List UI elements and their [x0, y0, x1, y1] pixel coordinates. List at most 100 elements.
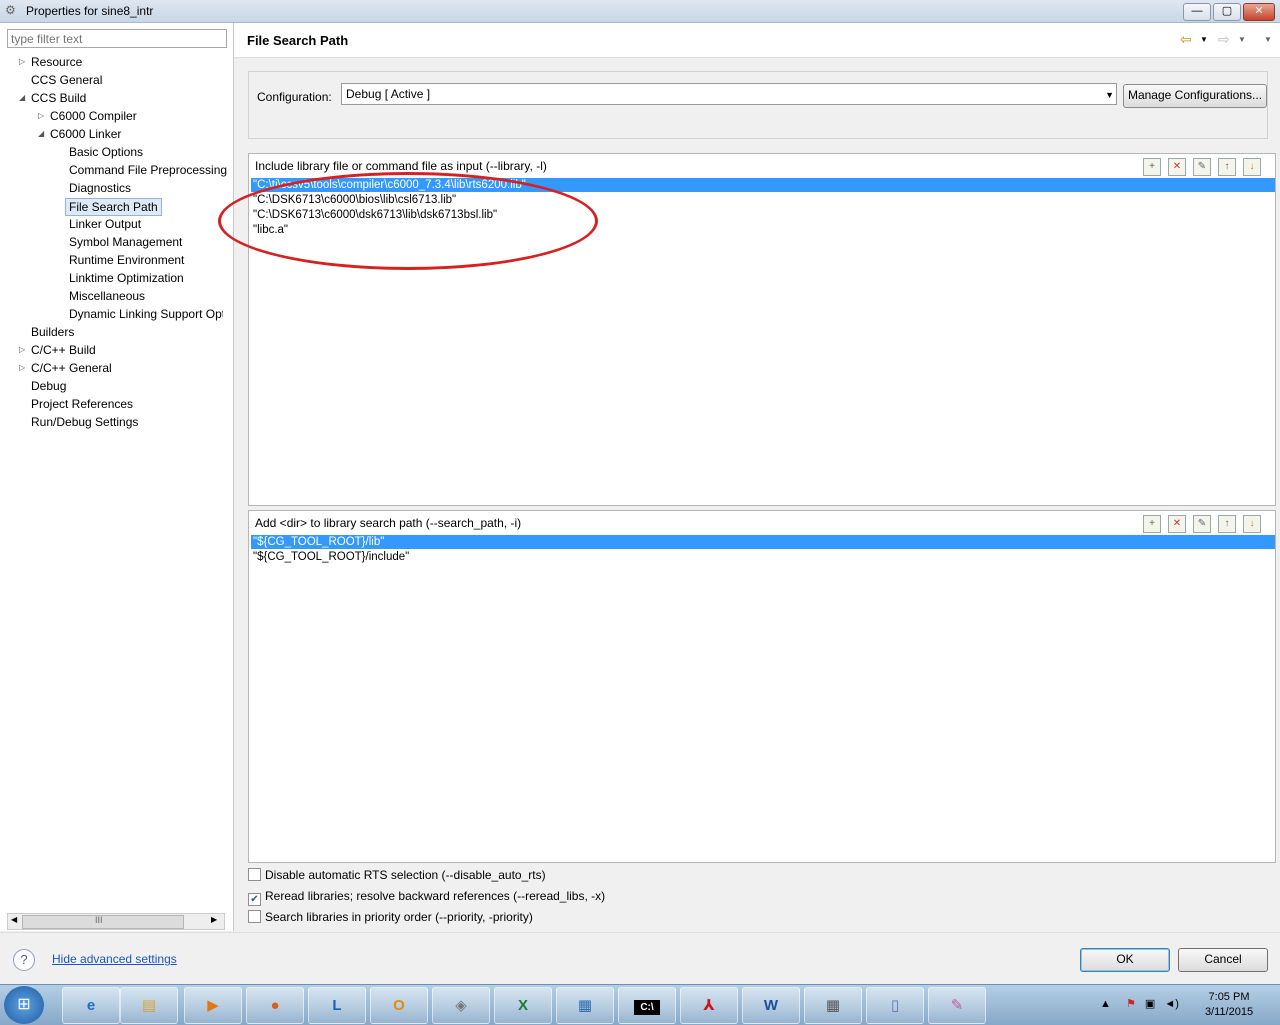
virtualbox-icon[interactable]: ◈	[432, 987, 490, 1024]
control-panel-icon[interactable]: ▦	[556, 987, 614, 1024]
file-explorer-icon[interactable]: ▤	[120, 987, 178, 1024]
expand-arrow-icon[interactable]: ▷	[19, 341, 25, 359]
search-path-list-panel: Add <dir> to library search path (--sear…	[248, 510, 1276, 863]
window-title: Properties for sine8_intr	[26, 4, 154, 18]
delete-icon[interactable]: ✕	[1168, 515, 1186, 533]
reread-libs-option[interactable]: ✔ Reread libraries; resolve backward refe…	[248, 887, 605, 906]
tree-item-dynamic-linking-support[interactable]: Dynamic Linking Support Opt	[69, 305, 223, 323]
edit-icon[interactable]: ✎	[1193, 158, 1211, 176]
edit-icon[interactable]: ✎	[1193, 515, 1211, 533]
checkbox[interactable]	[248, 910, 261, 923]
ok-button[interactable]: OK	[1080, 948, 1170, 972]
tree-item-symbol-management[interactable]: Symbol Management	[69, 233, 182, 251]
hide-advanced-settings-link[interactable]: Hide advanced settings	[52, 952, 177, 966]
firefox-icon[interactable]: ●	[246, 987, 304, 1024]
tree-item-linktime-optimization[interactable]: Linktime Optimization	[69, 269, 184, 287]
system-tray: ▲ ⚑ ▣ ◄)	[1100, 997, 1179, 1010]
list-item[interactable]: "${CG_TOOL_ROOT}/lib"	[251, 535, 1275, 549]
tree-item-debug[interactable]: Debug	[31, 377, 66, 395]
forward-dropdown-icon[interactable]: ▼	[1238, 35, 1246, 44]
clock-time: 7:05 PM	[1208, 991, 1250, 1003]
tree-item-cpp-general[interactable]: ▷ C/C++ General	[19, 359, 112, 377]
action-center-flag-icon[interactable]: ⚑	[1126, 998, 1136, 1010]
expand-arrow-icon[interactable]: ▷	[19, 359, 25, 377]
tree-item-miscellaneous[interactable]: Miscellaneous	[69, 287, 145, 305]
collapse-arrow-icon[interactable]: ◢	[38, 125, 44, 143]
close-button[interactable]: ✕	[1243, 3, 1275, 21]
network-icon[interactable]: ▣	[1145, 998, 1155, 1010]
collapse-arrow-icon[interactable]: ◢	[19, 89, 25, 107]
tree-item-command-file-preprocessing[interactable]: Command File Preprocessing	[69, 161, 227, 179]
tree-item-run-debug-settings[interactable]: Run/Debug Settings	[31, 413, 138, 431]
notepad-icon[interactable]: ▯	[866, 987, 924, 1024]
back-arrow-icon[interactable]: ⇦	[1180, 31, 1192, 48]
tree-item-diagnostics[interactable]: Diagnostics	[69, 179, 131, 197]
show-hidden-icons-icon[interactable]: ▲	[1100, 998, 1111, 1010]
horizontal-scrollbar[interactable]: ◀ III ▶	[7, 913, 225, 930]
page-header: File Search Path ⇦ ▼ ⇨ ▼ ▼	[234, 23, 1280, 58]
taskbar: ⊞ e ▤ ▶ ● L O ◈ X ▦ C:\ ⅄ W ▦ ▯ ✎ ▲ ⚑ ▣ …	[0, 984, 1280, 1025]
disable-auto-rts-option[interactable]: Disable automatic RTS selection (--disab…	[248, 866, 546, 884]
help-icon[interactable]: ?	[13, 949, 35, 971]
add-icon[interactable]: +	[1143, 158, 1161, 176]
list-item[interactable]: "${CG_TOOL_ROOT}/include"	[251, 550, 1275, 564]
expand-arrow-icon[interactable]: ▷	[38, 107, 44, 125]
filter-input[interactable]	[7, 29, 227, 48]
tree-item-basic-options[interactable]: Basic Options	[69, 143, 143, 161]
tree-item-file-search-path[interactable]: File Search Path	[65, 198, 162, 216]
library-list-header: Include library file or command file as …	[255, 159, 547, 173]
chevron-down-icon: ▼	[1105, 90, 1114, 100]
adobe-reader-icon[interactable]: ⅄	[680, 987, 738, 1024]
move-down-icon[interactable]: ↓	[1243, 158, 1261, 176]
volume-icon[interactable]: ◄)	[1164, 998, 1179, 1010]
tree-item-project-references[interactable]: Project References	[31, 395, 133, 413]
annotation-circle	[218, 172, 598, 270]
cancel-button[interactable]: Cancel	[1178, 948, 1268, 972]
scroll-left-icon[interactable]: ◀	[11, 915, 17, 924]
scroll-right-icon[interactable]: ▶	[211, 915, 217, 924]
move-down-icon[interactable]: ↓	[1243, 515, 1261, 533]
tree-item-c6000-compiler[interactable]: ▷ C6000 Compiler	[38, 107, 137, 125]
priority-option[interactable]: Search libraries in priority order (--pr…	[248, 908, 533, 926]
paint-icon[interactable]: ✎	[928, 987, 986, 1024]
tree-item-resource[interactable]: ▷ Resource	[19, 53, 82, 71]
internet-explorer-icon[interactable]: e	[62, 987, 120, 1024]
tree-item-c6000-linker[interactable]: ◢ C6000 Linker	[38, 125, 121, 143]
tree-item-builders[interactable]: Builders	[31, 323, 74, 341]
move-up-icon[interactable]: ↑	[1218, 515, 1236, 533]
tree-item-ccs-general[interactable]: CCS General	[31, 71, 102, 89]
excel-icon[interactable]: X	[494, 987, 552, 1024]
configuration-select[interactable]: Debug [ Active ] ▼	[341, 83, 1117, 105]
configuration-label: Configuration:	[257, 90, 332, 104]
checkbox-checked[interactable]: ✔	[248, 893, 261, 906]
properties-page: File Search Path ⇦ ▼ ⇨ ▼ ▼ Configuration…	[234, 23, 1280, 931]
word-icon[interactable]: W	[742, 987, 800, 1024]
add-icon[interactable]: +	[1143, 515, 1161, 533]
media-player-icon[interactable]: ▶	[184, 987, 242, 1024]
view-menu-icon[interactable]: ▼	[1264, 35, 1272, 44]
delete-icon[interactable]: ✕	[1168, 158, 1186, 176]
forward-arrow-icon[interactable]: ⇨	[1218, 31, 1230, 48]
tree-item-runtime-environment[interactable]: Runtime Environment	[69, 251, 184, 269]
search-path-list-header: Add <dir> to library search path (--sear…	[255, 516, 522, 530]
back-dropdown-icon[interactable]: ▼	[1200, 35, 1208, 44]
command-prompt-icon[interactable]: C:\	[618, 987, 676, 1024]
scrollbar-thumb[interactable]: III	[22, 915, 184, 929]
move-up-icon[interactable]: ↑	[1218, 158, 1236, 176]
tree-item-ccs-build[interactable]: ◢ CCS Build	[19, 89, 86, 107]
page-title: File Search Path	[247, 33, 349, 48]
start-button[interactable]: ⊞	[4, 986, 44, 1024]
expand-arrow-icon[interactable]: ▷	[19, 53, 25, 71]
calculator-icon[interactable]: ▦	[804, 987, 862, 1024]
manage-configurations-button[interactable]: Manage Configurations...	[1123, 84, 1267, 108]
maximize-button[interactable]: ▢	[1213, 3, 1241, 21]
minimize-button[interactable]: —	[1183, 3, 1211, 21]
tree-item-linker-output[interactable]: Linker Output	[69, 215, 141, 233]
outlook-icon[interactable]: O	[370, 987, 428, 1024]
lync-icon[interactable]: L	[308, 987, 366, 1024]
clock[interactable]: 7:05 PM 3/11/2015	[1188, 990, 1270, 1020]
tree-item-cpp-build[interactable]: ▷ C/C++ Build	[19, 341, 96, 359]
clock-date: 3/11/2015	[1204, 1006, 1254, 1018]
checkbox[interactable]	[248, 868, 261, 881]
library-toolbar: + ✕ ✎ ↑ ↓	[1136, 158, 1261, 176]
